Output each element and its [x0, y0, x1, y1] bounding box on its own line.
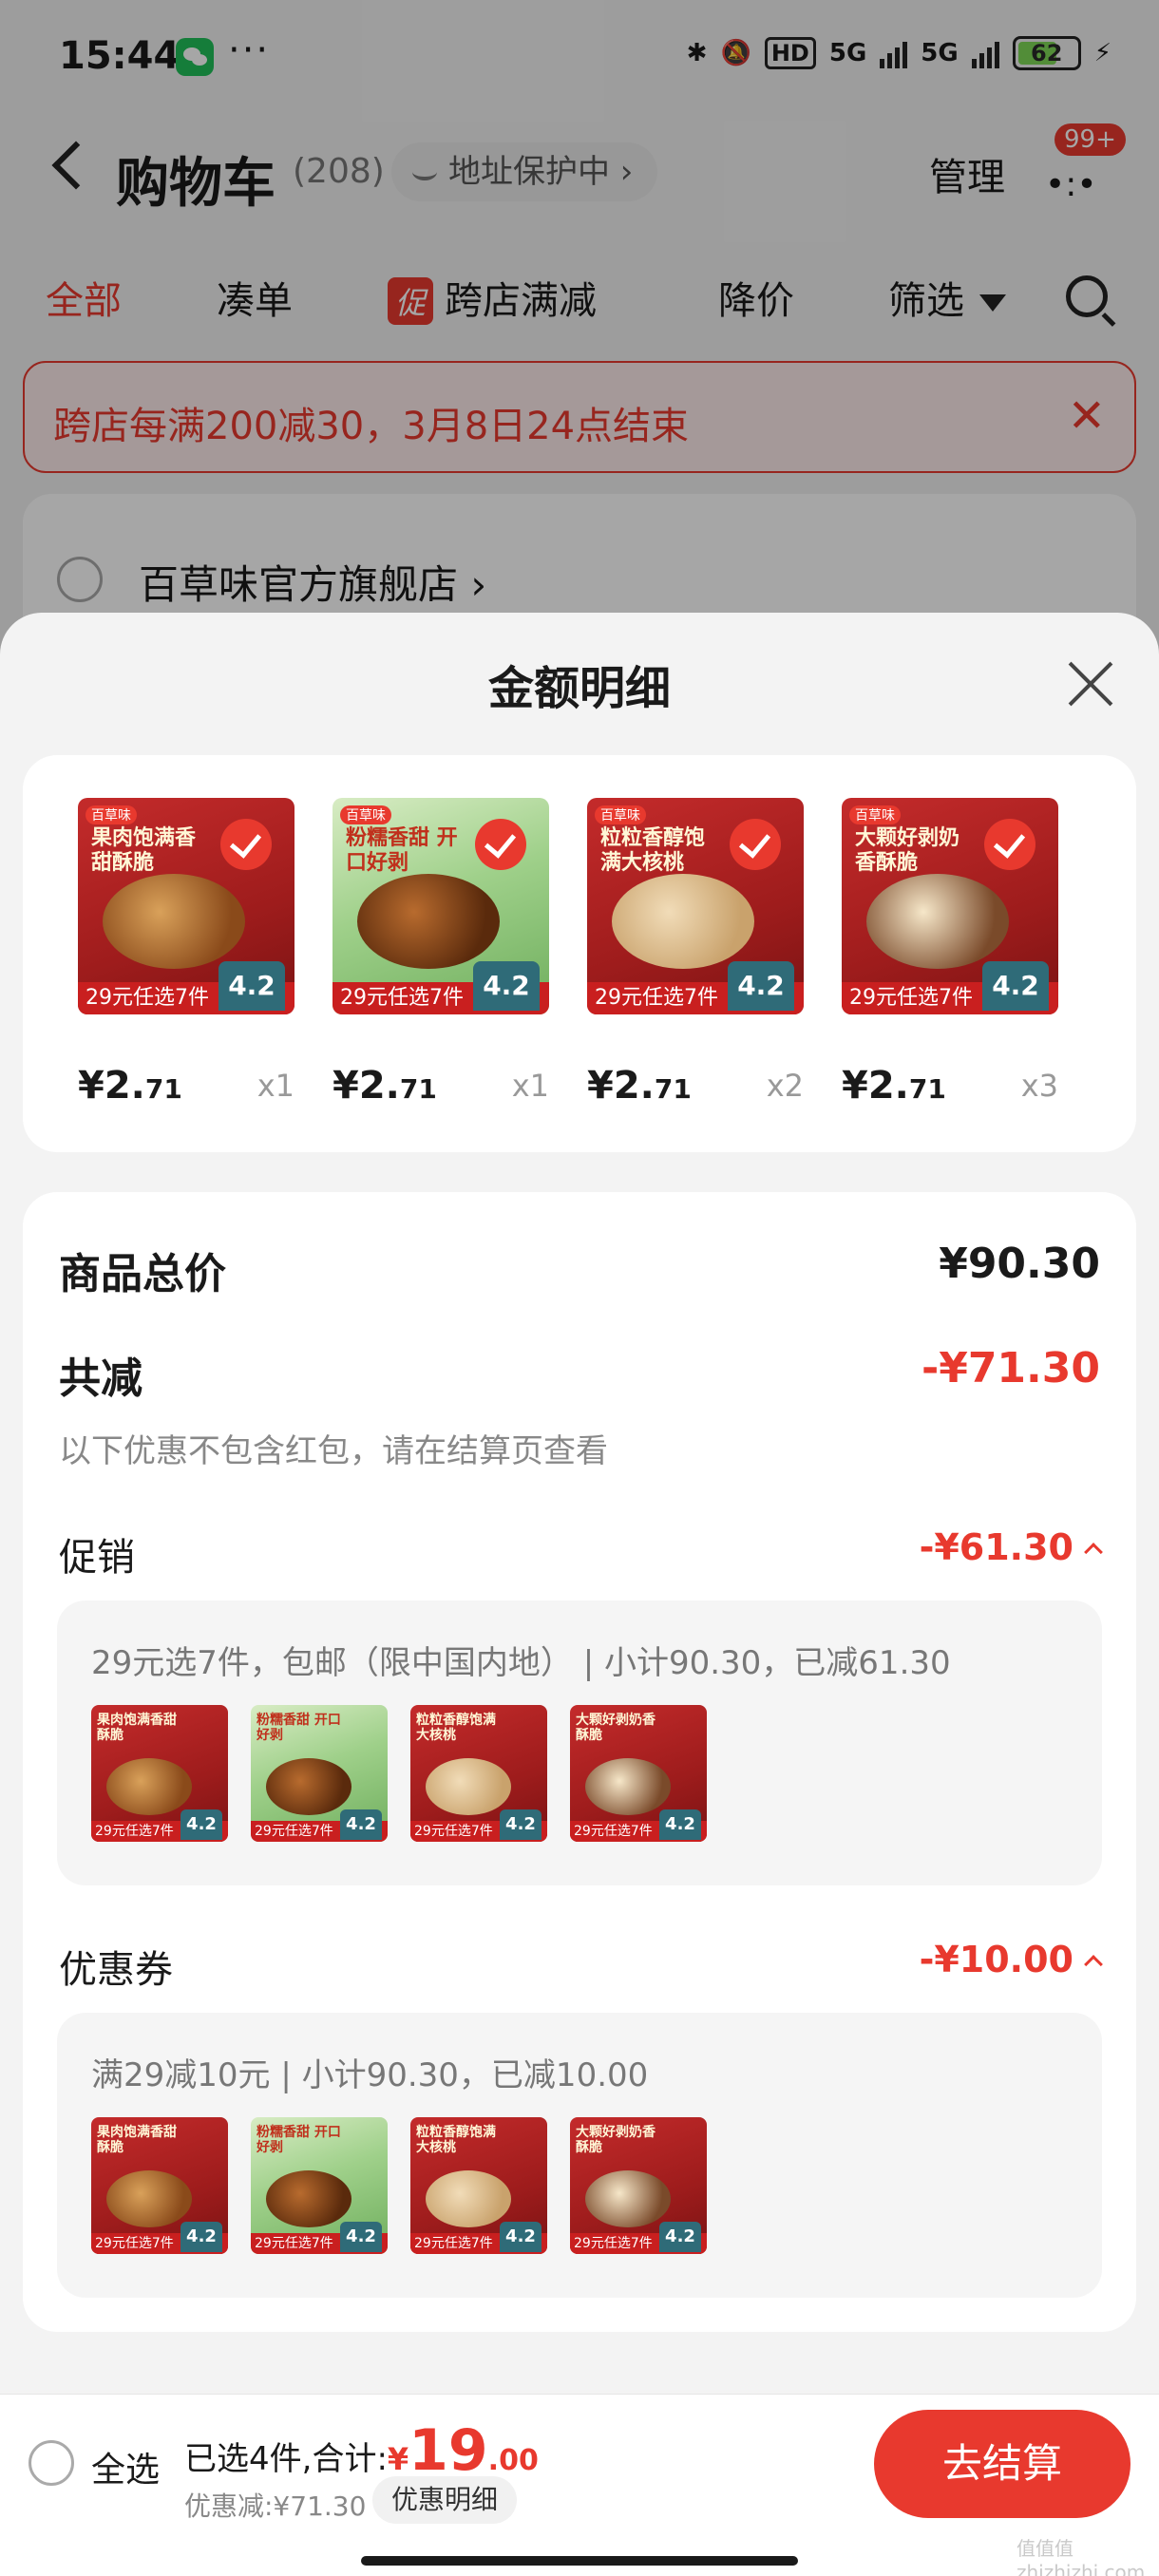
product-item[interactable]: 百草味 大颗好剥奶香酥脆 29元任选7件 4.2 ¥2.71 x3: [842, 798, 1058, 1108]
discount-detail-button[interactable]: 优惠明细: [372, 2476, 518, 2524]
selected-count-label: 已选4件,合计:: [184, 2440, 388, 2478]
discount-summary: 优惠减:¥71.30: [184, 2491, 367, 2522]
product-thumbnail: 大颗好剥奶香酥脆 29元任选7件 4.2: [570, 2117, 707, 2254]
brand-logo: 百草味: [86, 805, 137, 824]
promo-detail-box: 29元选7件，包邮（限中国内地） | 小计90.30，已减61.30 果肉饱满香…: [57, 1601, 1102, 1885]
product-thumbnail: 粉糯香甜 开口好剥 29元任选7件 4.2: [251, 1705, 388, 1842]
promo-value[interactable]: -¥61.30: [920, 1526, 1074, 1568]
price-tag: 4.2: [218, 961, 285, 1011]
product-thumbnail: 果肉饱满香甜酥脆 29元任选7件 4.2: [91, 2117, 228, 2254]
home-indicator[interactable]: [361, 2556, 798, 2566]
brand-logo: 百草味: [595, 805, 646, 824]
product-image: 百草味 粉糯香甜 开口好剥 29元任选7件 4.2: [332, 798, 549, 1014]
selection-summary: 已选4件,合计:¥19.00: [184, 2417, 539, 2484]
select-all-label[interactable]: 全选: [91, 2442, 160, 2491]
product-photo: [866, 874, 1009, 969]
product-image: 百草味 大颗好剥奶香酥脆 29元任选7件 4.2: [842, 798, 1058, 1014]
total-discount-value: -¥71.30: [921, 1344, 1100, 1392]
product-qty: x3: [1020, 1068, 1058, 1104]
product-slogan: 粒粒香醇饱满大核桃: [600, 826, 706, 875]
select-all-radio[interactable]: [28, 2440, 74, 2486]
promo-detail-text: 29元选7件，包邮（限中国内地） | 小计90.30，已减61.30: [91, 1644, 951, 1682]
product-thumbnail: 粒粒香醇饱满大核桃 29元任选7件 4.2: [410, 2117, 547, 2254]
price-tag: 4.2: [728, 961, 794, 1011]
product-thumbnail: 果肉饱满香甜酥脆 29元任选7件 4.2: [91, 1705, 228, 1842]
price-tag: 4.2: [473, 961, 540, 1011]
amount-detail-sheet: 金额明细 百草味 果肉饱满香甜酥脆 29元任选7件 4.2 ¥2.71 x1 百…: [0, 613, 1159, 2576]
total-discount-label: 共减: [59, 1354, 142, 1403]
product-item[interactable]: 百草味 粒粒香醇饱满大核桃 29元任选7件 4.2 ¥2.71 x2: [587, 798, 804, 1108]
watermark: 值值值 zhizhizhi.com: [1016, 2537, 1146, 2576]
product-photo: [357, 874, 500, 969]
checkout-bar: 全选 已选4件,合计:¥19.00 优惠减:¥71.30 优惠明细 去结算 值值…: [0, 2394, 1159, 2576]
product-price: ¥2.71: [587, 1064, 692, 1108]
close-icon[interactable]: [1066, 660, 1113, 708]
total-price-value: ¥90.30: [939, 1240, 1100, 1288]
sheet-title: 金额明细: [487, 662, 671, 715]
product-slogan: 粉糯香甜 开口好剥: [346, 826, 458, 875]
discount-note: 以下优惠不包含红包，请在结算页查看: [59, 1432, 608, 1470]
brand-logo: 百草味: [849, 805, 901, 824]
product-image: 百草味 粒粒香醇饱满大核桃 29元任选7件 4.2: [587, 798, 804, 1014]
promo-products: 果肉饱满香甜酥脆 29元任选7件 4.2 粉糯香甜 开口好剥 29元任选7件 4.2 粒…: [91, 1705, 707, 1842]
product-item[interactable]: 百草味 果肉饱满香甜酥脆 29元任选7件 4.2 ¥2.71 x1: [78, 798, 294, 1108]
coupon-detail-text: 满29减10元 | 小计90.30，已减10.00: [91, 2056, 649, 2094]
product-slogan: 果肉饱满香甜酥脆: [91, 826, 197, 875]
product-thumbnail: 粉糯香甜 开口好剥 29元任选7件 4.2: [251, 2117, 388, 2254]
product-slogan: 大颗好剥奶香酥脆: [855, 826, 960, 875]
checked-icon: [475, 819, 526, 870]
chevron-up-icon[interactable]: [1084, 1955, 1103, 1974]
promo-label: 促销: [59, 1536, 135, 1580]
product-photo: [612, 874, 754, 969]
product-qty: x1: [511, 1068, 549, 1104]
checked-icon: [220, 819, 272, 870]
checkout-button[interactable]: 去结算: [874, 2410, 1130, 2518]
coupon-label: 优惠券: [59, 1948, 173, 1992]
product-price: ¥2.71: [78, 1064, 182, 1108]
product-qty: x2: [766, 1068, 804, 1104]
product-image: 百草味 果肉饱满香甜酥脆 29元任选7件 4.2: [78, 798, 294, 1014]
product-price: ¥2.71: [332, 1064, 437, 1108]
product-thumbnail: 粒粒香醇饱满大核桃 29元任选7件 4.2: [410, 1705, 547, 1842]
coupon-detail-box: 满29减10元 | 小计90.30，已减10.00 果肉饱满香甜酥脆 29元任选7…: [57, 2013, 1102, 2298]
price-tag: 4.2: [982, 961, 1049, 1011]
total-price-label: 商品总价: [59, 1250, 226, 1298]
chevron-up-icon[interactable]: [1084, 1543, 1103, 1562]
total-amount: ¥19.00: [387, 2417, 539, 2484]
product-price: ¥2.71: [842, 1064, 946, 1108]
product-item[interactable]: 百草味 粉糯香甜 开口好剥 29元任选7件 4.2 ¥2.71 x1: [332, 798, 549, 1108]
checked-icon: [984, 819, 1036, 870]
product-qty: x1: [256, 1068, 294, 1104]
coupon-value[interactable]: -¥10.00: [920, 1939, 1074, 1980]
product-thumbnail: 大颗好剥奶香酥脆 29元任选7件 4.2: [570, 1705, 707, 1842]
coupon-products: 果肉饱满香甜酥脆 29元任选7件 4.2 粉糯香甜 开口好剥 29元任选7件 4.2 粒…: [91, 2117, 707, 2254]
brand-logo: 百草味: [340, 805, 391, 824]
selected-products: 百草味 果肉饱满香甜酥脆 29元任选7件 4.2 ¥2.71 x1 百草味 粉糯…: [23, 755, 1136, 1152]
checked-icon: [730, 819, 781, 870]
product-photo: [103, 874, 245, 969]
price-breakdown: 商品总价 ¥90.30 共减 -¥71.30 以下优惠不包含红包，请在结算页查看…: [23, 1192, 1136, 2332]
